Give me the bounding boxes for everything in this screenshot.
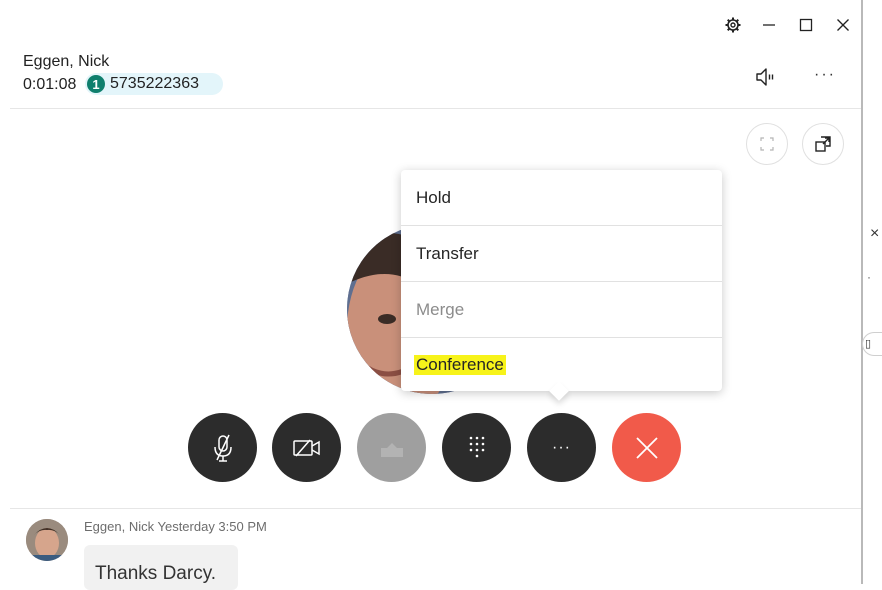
microphone-off-icon bbox=[213, 434, 232, 462]
popout-icon bbox=[815, 136, 831, 152]
video-button[interactable] bbox=[272, 413, 341, 482]
share-icon bbox=[380, 442, 403, 457]
more-call-options-button[interactable]: ··· bbox=[527, 413, 596, 482]
background-button-icon[interactable]: ▯ bbox=[862, 332, 882, 356]
chat-divider bbox=[10, 508, 861, 509]
fullscreen-button[interactable] bbox=[746, 123, 788, 165]
share-button[interactable] bbox=[357, 413, 426, 482]
more-options-menu: Hold Transfer Merge Conference bbox=[401, 170, 722, 391]
mute-button[interactable] bbox=[188, 413, 257, 482]
menu-item-label: Transfer bbox=[416, 243, 479, 263]
menu-item-label: Conference bbox=[414, 354, 506, 375]
background-window-edge bbox=[861, 0, 882, 584]
end-call-icon bbox=[635, 436, 658, 459]
phone-number-pill: 1 5735222363 bbox=[85, 73, 223, 95]
popout-button[interactable] bbox=[802, 123, 844, 165]
phone-number: 5735222363 bbox=[110, 75, 199, 92]
caller-name: Eggen, Nick bbox=[23, 53, 110, 70]
maximize-icon[interactable] bbox=[795, 14, 817, 36]
minimize-icon[interactable] bbox=[758, 14, 780, 36]
chat-sender: Eggen, Nick bbox=[84, 519, 155, 534]
chat-time: Yesterday 3:50 PM bbox=[157, 519, 267, 534]
chat-avatar[interactable] bbox=[26, 519, 68, 561]
keypad-icon bbox=[469, 436, 484, 457]
header-divider bbox=[10, 108, 861, 109]
line-badge: 1 bbox=[87, 75, 105, 93]
chat-meta: Eggen, Nick Yesterday 3:50 PM bbox=[84, 519, 267, 534]
menu-item-label: Merge bbox=[416, 299, 465, 319]
call-duration: 0:01:08 bbox=[23, 76, 77, 93]
end-call-button[interactable] bbox=[612, 413, 681, 482]
background-close-icon[interactable]: × bbox=[870, 224, 879, 244]
menu-item-hold[interactable]: Hold bbox=[401, 170, 722, 226]
more-options-icon[interactable]: ··· bbox=[814, 66, 836, 84]
fullscreen-icon bbox=[760, 137, 774, 151]
close-icon[interactable] bbox=[832, 14, 854, 36]
speaker-icon[interactable] bbox=[752, 64, 778, 90]
menu-item-transfer[interactable]: Transfer bbox=[401, 226, 722, 282]
menu-item-merge[interactable]: Merge bbox=[401, 282, 722, 338]
background-more-icon[interactable]: · bbox=[867, 270, 871, 284]
menu-item-label: Hold bbox=[416, 187, 451, 207]
settings-icon[interactable] bbox=[722, 14, 744, 36]
keypad-button[interactable] bbox=[442, 413, 511, 482]
video-off-icon bbox=[292, 439, 320, 456]
chat-message: Thanks Darcy. bbox=[84, 545, 238, 590]
